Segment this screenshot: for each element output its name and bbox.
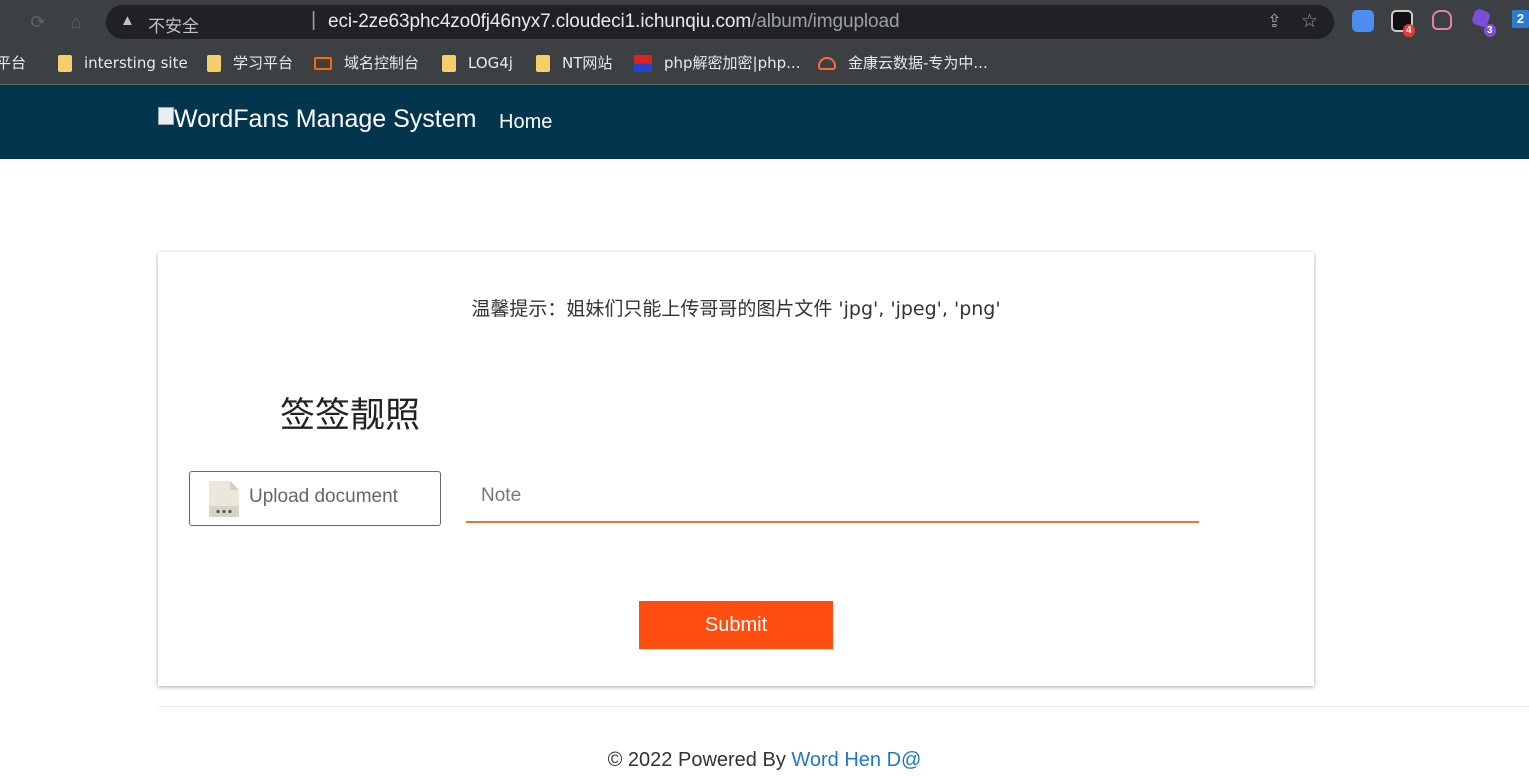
bookmark-star-icon[interactable]: ☆ bbox=[1301, 10, 1318, 33]
upload-document-label: Upload document bbox=[249, 486, 398, 507]
bookmark-label: 金康云数据-专为中... bbox=[848, 54, 988, 72]
folder-icon bbox=[442, 55, 456, 72]
broken-image-icon bbox=[158, 107, 174, 125]
folder-icon bbox=[207, 55, 221, 72]
aliyun-icon bbox=[314, 57, 332, 70]
footer-text: © 2022 Powered By bbox=[607, 749, 792, 771]
bookmark-label: php解密加密|php... bbox=[664, 54, 801, 72]
bookmark-item[interactable]: intersting site bbox=[58, 48, 188, 78]
brand[interactable]: WordFans Manage System bbox=[158, 105, 476, 134]
browser-toolbar: ⟳ ⌂ ▲ 不安全 | eci-2ze63phc4zo0fj46nyx7.clo… bbox=[0, 0, 1529, 85]
bookmark-label: intersting site bbox=[84, 54, 188, 72]
url-host: eci-2ze63phc4zo0fj46nyx7.cloudeci1.ichun… bbox=[328, 11, 752, 32]
warning-icon: ▲ bbox=[120, 12, 135, 29]
bookmark-item[interactable]: php解密加密|php... bbox=[634, 48, 800, 78]
reload-icon[interactable]: ⟳ bbox=[26, 10, 50, 34]
section-title: 签签靓照 bbox=[280, 396, 421, 436]
upload-card: 温馨提示：姐妹们只能上传哥哥的图片文件 'jpg', 'jpeg', 'png'… bbox=[158, 252, 1314, 686]
footer-divider bbox=[158, 706, 1529, 707]
security-label: 不安全 bbox=[148, 17, 199, 37]
nav-home-link[interactable]: Home bbox=[499, 111, 552, 134]
separator: | bbox=[311, 9, 317, 31]
document-icon bbox=[209, 481, 239, 517]
bookmark-item[interactable]: 金康云数据-专为中... bbox=[818, 48, 988, 78]
bookmark-label: 学习平台 bbox=[233, 54, 294, 72]
cloud-icon bbox=[818, 57, 836, 70]
url-path: /album/imgupload bbox=[751, 11, 900, 32]
bookmark-item[interactable]: 域名控制台 bbox=[314, 48, 419, 78]
folder-icon bbox=[58, 55, 72, 72]
extension-badge: 3 bbox=[1484, 24, 1496, 37]
url-text[interactable]: eci-2ze63phc4zo0fj46nyx7.cloudeci1.ichun… bbox=[328, 11, 900, 33]
extension-blue-icon[interactable]: 2 bbox=[1512, 10, 1529, 28]
bookmark-item[interactable]: LOG4j bbox=[442, 48, 513, 78]
home-icon[interactable]: ⌂ bbox=[64, 10, 88, 34]
bookmarks-bar: 平台 intersting site 学习平台 域名控制台 LOG4j NT网站… bbox=[0, 48, 1529, 78]
bookmark-item[interactable]: 平台 bbox=[0, 48, 26, 78]
share-icon[interactable]: ⇪ bbox=[1267, 11, 1282, 32]
php-site-icon bbox=[634, 55, 652, 72]
footer-author-link[interactable]: Word Hen D@ bbox=[791, 749, 921, 771]
bookmark-label: 平台 bbox=[0, 54, 27, 72]
note-input[interactable] bbox=[466, 471, 1199, 523]
bookmark-item[interactable]: NT网站 bbox=[536, 48, 612, 78]
bookmark-item[interactable]: 学习平台 bbox=[207, 48, 293, 78]
brand-logo-alt: Word bbox=[174, 105, 234, 133]
bookmark-label: 域名控制台 bbox=[344, 54, 420, 72]
address-bar[interactable]: ▲ 不安全 | eci-2ze63phc4zo0fj46nyx7.cloudec… bbox=[106, 5, 1334, 39]
submit-button[interactable]: Submit bbox=[639, 601, 833, 649]
footer: © 2022 Powered By Word Hen D@ bbox=[0, 749, 1529, 772]
brand-title: Fans Manage System bbox=[233, 105, 477, 133]
extension-badge: 4 bbox=[1403, 24, 1415, 37]
upload-document-button[interactable]: Upload document bbox=[189, 471, 441, 526]
folder-icon bbox=[536, 55, 550, 72]
bookmark-label: NT网站 bbox=[562, 54, 613, 72]
extension-cat-icon[interactable] bbox=[1432, 10, 1452, 30]
extension-translate-icon[interactable] bbox=[1352, 10, 1374, 32]
upload-tip: 温馨提示：姐妹们只能上传哥哥的图片文件 'jpg', 'jpeg', 'png' bbox=[471, 298, 1001, 320]
bookmark-label: LOG4j bbox=[468, 54, 513, 72]
site-navbar: WordFans Manage System Home bbox=[0, 85, 1529, 159]
